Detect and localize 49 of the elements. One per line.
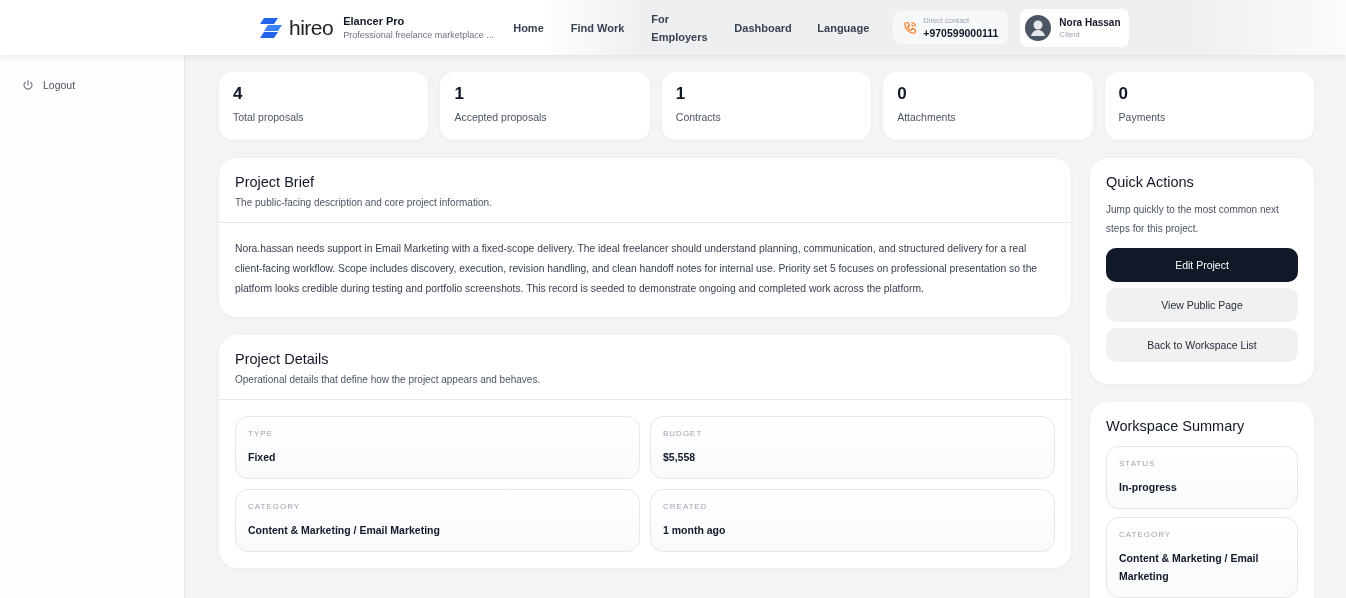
field-value: Fixed <box>248 450 277 465</box>
nav-link[interactable]: For Employers <box>651 9 708 46</box>
stat-label: Accepted proposals <box>454 111 548 123</box>
card-title: Workspace Summary <box>1106 418 1246 434</box>
brand-tagline: Professional freelance marketplace ... <box>343 30 494 40</box>
project-description: Nora.hassan needs support in Email Marketing with a fixed-scope delivery. The ideal freelancer should understand planning, communication, and structured delivery for a real client-facing workflow. Scope includes discovery, execution, revision handling, and clean handoff notes for internal use. Priority set 5 focuses on professional presentation so the platform looks credible during testing and portfolio screenshots. This record is seeded to demonstrate ongoing and completed work across the platform. <box>234 242 1039 296</box>
field-value: Content & Marketing / Email Marketing <box>248 523 441 538</box>
user-name: Nora Hassan <box>1059 16 1121 28</box>
field-label: CATEGORY <box>248 502 302 511</box>
logo-text: hireo <box>289 15 334 40</box>
field-label: TYPE <box>248 429 274 438</box>
power-icon <box>22 79 34 91</box>
phone-icon <box>903 20 918 35</box>
stat-value: 4 <box>233 84 244 104</box>
nav-link[interactable]: Find Work <box>570 18 625 37</box>
nav-link[interactable]: Dashboard <box>734 18 791 37</box>
stat-value: 0 <box>1118 84 1130 104</box>
field-value: Content & Marketing / Email Marketing <box>1119 551 1260 584</box>
field-value: $5,558 <box>663 450 697 465</box>
card-title: Project Details <box>235 351 330 367</box>
field-value: In-progress <box>1119 480 1178 495</box>
stat-label: Attachments <box>897 111 957 123</box>
field-label: CATEGORY <box>1119 530 1173 539</box>
stat-label: Payments <box>1118 111 1167 123</box>
stat-label: Total proposals <box>233 111 305 123</box>
stat-value: 0 <box>897 84 908 104</box>
sidebar-item[interactable]: Logout <box>0 75 184 95</box>
contact-phone: +970599000111 <box>923 27 999 39</box>
field-label: STATUS <box>1119 459 1157 468</box>
field-value: 1 month ago <box>663 523 727 538</box>
field-label: CREATED <box>663 502 709 511</box>
action-button[interactable]: Back to Workspace List <box>1106 328 1298 362</box>
stat-label: Contracts <box>675 111 722 123</box>
stat-value: 1 <box>454 84 465 104</box>
card-title: Quick Actions <box>1106 174 1195 190</box>
user-menu[interactable]: Nora Hassan Client <box>1020 8 1129 47</box>
brand-name: Elancer Pro <box>343 15 406 27</box>
card-subtitle: Jump quickly to the most common next steps for this project. <box>1106 203 1280 236</box>
avatar-icon <box>1025 14 1052 41</box>
action-button[interactable]: View Public Page <box>1106 288 1298 322</box>
user-role: Client <box>1059 29 1081 39</box>
nav-link[interactable]: Language <box>817 18 870 37</box>
stat-value: 1 <box>675 84 687 104</box>
field-label: BUDGET <box>663 429 704 438</box>
card-title: Project Brief <box>235 174 315 190</box>
card-subtitle: The public-facing description and core project information. <box>235 197 493 208</box>
card-subtitle: Operational details that define how the project appears and behaves. <box>235 374 542 385</box>
nav-link[interactable]: Home <box>513 18 544 37</box>
action-button[interactable]: Edit Project <box>1106 248 1298 282</box>
